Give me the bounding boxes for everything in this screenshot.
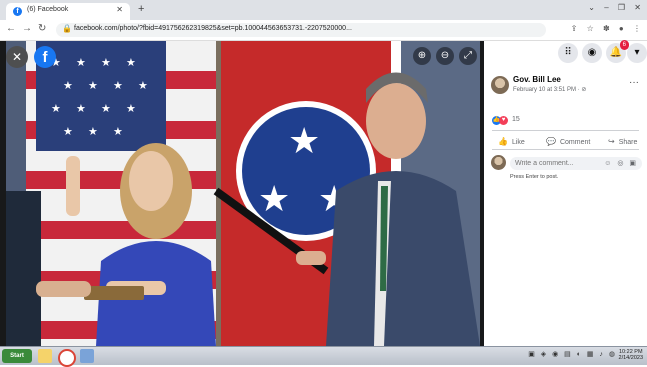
close-window-button[interactable]: ✕ [634, 3, 641, 12]
love-reaction-icon: ♥ [499, 116, 508, 125]
tab-search-icon[interactable]: ⌄ [588, 3, 595, 12]
menu-grid-icon[interactable]: ⠿ [558, 43, 578, 63]
svg-text:★: ★ [88, 79, 98, 92]
chrome-icon[interactable] [58, 349, 76, 367]
man-left-partial [6, 191, 41, 346]
zoom-out-icon[interactable]: ⊖ [436, 47, 454, 65]
share-page-icon[interactable]: ⇪ [571, 24, 578, 33]
share-label: Share [618, 139, 638, 146]
like-label: Like [511, 139, 525, 146]
profile-avatar-icon[interactable]: ● [619, 24, 624, 33]
toolbar-icons: ⇪ ☆ ✽ ● ⋮ [564, 24, 641, 33]
tab-title: (6) Facebook [27, 6, 69, 13]
facebook-logo-icon[interactable]: f [34, 46, 56, 68]
svg-text:★: ★ [288, 121, 320, 162]
zoom-in-icon[interactable]: ⊕ [413, 47, 431, 65]
browser-toolbar: ← → ↻ 🔒 facebook.com/photo/?fbid=4917562… [0, 20, 647, 41]
notifications-bell-icon[interactable]: 🔔 6 [606, 40, 629, 63]
svg-text:★: ★ [101, 102, 111, 115]
svg-text:★: ★ [113, 125, 123, 138]
browser-tab[interactable]: f (6) Facebook ✕ [6, 3, 130, 20]
window-controls: ⌄ – ❐ ✕ [581, 3, 641, 12]
close-photo-button[interactable]: ✕ [6, 46, 28, 68]
post-sidebar: ⠿ ◉ 🔔 6 ▾ Gov. Bill Lee February 10 at 3… [484, 40, 647, 346]
poster-name[interactable]: Gov. Bill Lee [513, 75, 561, 84]
lock-icon: 🔒 [62, 24, 72, 33]
browser-tab-strip: f (6) Facebook ✕ + ⌄ – ❐ ✕ [0, 0, 647, 20]
svg-text:★: ★ [76, 102, 86, 115]
comment-tools-icons[interactable]: ☺ ◎ ▣ [604, 159, 638, 167]
taskbar-clock[interactable]: 10:22 PM 2/14/2023 [619, 349, 643, 361]
reactions-count: 15 [512, 116, 520, 123]
bible [84, 286, 144, 300]
tab-close-icon[interactable]: ✕ [116, 5, 123, 14]
facebook-favicon-icon: f [13, 7, 22, 16]
file-explorer-icon[interactable] [38, 349, 52, 363]
reload-icon[interactable]: ↻ [38, 23, 46, 34]
fullscreen-icon[interactable]: ⤢ [459, 47, 477, 65]
account-dropdown-icon[interactable]: ▾ [627, 43, 647, 63]
svg-text:★: ★ [63, 125, 73, 138]
comment-box[interactable]: ☺ ◎ ▣ [510, 157, 642, 170]
svg-text:★: ★ [138, 79, 148, 92]
browser-menu-icon[interactable]: ⋮ [633, 24, 641, 33]
sidebar-top-bar: ⠿ ◉ 🔔 6 ▾ [484, 40, 647, 67]
divider [492, 149, 639, 150]
share-arrow-icon: ↪ [608, 137, 615, 146]
maximize-button[interactable]: ❐ [618, 3, 625, 12]
commenter-avatar[interactable] [491, 155, 506, 170]
comment-label: Comment [559, 139, 591, 146]
taskbar: Start ▣ ◈ ◉ ▤ ◐ ▦ ♪ ◍ 10:22 PM 2/14/2023 [0, 346, 647, 367]
extensions-icon[interactable]: ✽ [603, 24, 610, 33]
like-button[interactable]: 👍 Like [498, 137, 525, 146]
svg-text:★: ★ [101, 56, 111, 69]
poster-avatar[interactable] [491, 76, 509, 94]
post-date[interactable]: February 10 at 3:51 PM · ⊘ [513, 86, 586, 93]
forward-arrow-icon[interactable]: → [22, 23, 32, 34]
address-bar[interactable]: 🔒 facebook.com/photo/?fbid=4917562623198… [56, 23, 546, 37]
svg-text:★: ★ [126, 102, 136, 115]
svg-text:★: ★ [76, 56, 86, 69]
messenger-icon[interactable]: ◉ [582, 43, 602, 63]
bookmark-star-icon[interactable]: ☆ [587, 24, 594, 33]
more-options-icon[interactable]: ··· [629, 77, 639, 88]
svg-text:★: ★ [126, 56, 136, 69]
system-tray-icons[interactable]: ▣ ◈ ◉ ▤ ◐ ▦ ♪ ◍ [528, 350, 617, 358]
photo-viewer: ★ ★ ★ ★ ★ ★ ★ ★ ★ ★ ★ ★ ★ ★ ★ ★ ★ ★ ✕ f … [0, 41, 484, 346]
comment-button[interactable]: 💬 Comment [546, 137, 590, 146]
new-tab-button[interactable]: + [138, 3, 144, 15]
svg-text:★: ★ [88, 125, 98, 138]
start-button[interactable]: Start [2, 349, 32, 363]
minimize-button[interactable]: – [604, 3, 608, 12]
divider [492, 130, 639, 131]
taskbar-app-icon[interactable] [80, 349, 94, 363]
svg-text:★: ★ [113, 79, 123, 92]
svg-text:★: ★ [63, 79, 73, 92]
comment-input[interactable] [510, 157, 605, 170]
svg-text:★: ★ [51, 102, 61, 115]
press-enter-hint: Press Enter to post. [510, 174, 559, 180]
comment-bubble-icon: 💬 [546, 137, 556, 146]
back-arrow-icon[interactable]: ← [6, 23, 16, 34]
svg-text:★: ★ [258, 179, 290, 220]
clock-date: 2/14/2023 [618, 355, 643, 361]
share-button[interactable]: ↪ Share [608, 137, 637, 146]
url-text: facebook.com/photo/?fbid=491756262319825… [74, 25, 352, 32]
swearing-in-photo: ★ ★ ★ ★ ★ ★ ★ ★ ★ ★ ★ ★ ★ ★ ★ ★ ★ ★ [6, 41, 480, 346]
thumbs-up-icon: 👍 [498, 137, 508, 146]
